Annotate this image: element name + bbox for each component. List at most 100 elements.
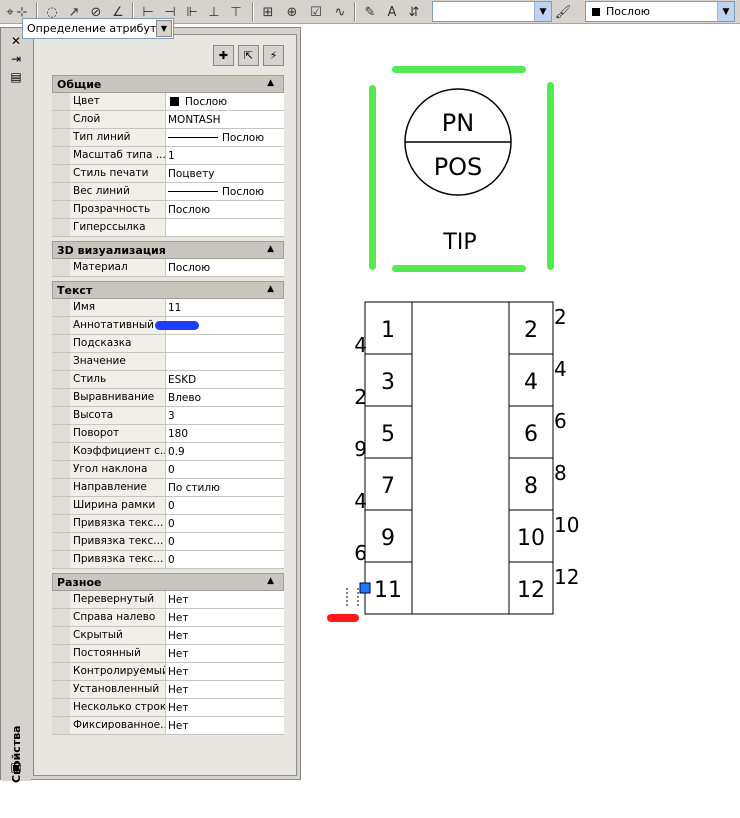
property-label: Постоянный (52, 645, 166, 662)
section-header[interactable]: Общие ▲ (52, 75, 284, 93)
property-value[interactable]: Нет (168, 702, 188, 714)
property-row[interactable]: Цвет Послою (52, 93, 284, 111)
dim-break-icon[interactable]: ⊤ (226, 2, 246, 22)
property-value[interactable]: Послою (168, 96, 227, 108)
chevron-down-icon[interactable]: ▼ (717, 2, 734, 21)
property-value[interactable]: Влево (168, 392, 201, 404)
property-value[interactable]: 0 (168, 518, 175, 530)
property-row[interactable]: Стиль печати Поцвету (52, 165, 284, 183)
property-value[interactable]: Нет (168, 684, 188, 696)
property-value[interactable]: 0 (168, 554, 175, 566)
property-value[interactable]: Послою (168, 262, 210, 274)
property-value[interactable]: 0 (168, 536, 175, 548)
property-row[interactable]: Стиль ESKD (52, 371, 284, 389)
property-row[interactable]: Высота 3 (52, 407, 284, 425)
chevron-down-icon[interactable]: ▼ (156, 20, 172, 37)
tolerance-icon[interactable]: ⊞ (258, 2, 278, 22)
collapse-icon[interactable]: ▲ (267, 576, 274, 586)
palette-menu-icon[interactable]: ▣ (8, 760, 24, 774)
section-header[interactable]: Текст ▲ (52, 281, 284, 299)
dim-space-icon[interactable]: ⊥ (204, 2, 224, 22)
property-value[interactable]: Нет (168, 630, 188, 642)
property-value[interactable]: 11 (168, 302, 181, 314)
section-header[interactable]: Разное ▲ (52, 573, 284, 591)
outside-pin-label-left: 4 (354, 333, 367, 357)
pencil-icon[interactable]: ✎ (360, 2, 380, 22)
property-value[interactable]: Нет (168, 666, 188, 678)
property-row[interactable]: Материал Послою (52, 259, 284, 277)
property-value[interactable]: 1 (168, 150, 175, 162)
center-mark-icon[interactable]: ⊕ (282, 2, 302, 22)
select-objects-icon[interactable]: ⇱ (238, 45, 259, 66)
property-value[interactable]: 3 (168, 410, 175, 422)
drawing-canvas[interactable]: PN POS TIP 1357911246810122468101242946 (301, 24, 740, 818)
property-row[interactable]: Имя 11 (52, 299, 284, 317)
section-title: Общие (57, 78, 102, 91)
property-row[interactable]: Фиксированное... Нет (52, 717, 284, 735)
property-row[interactable]: Слой MONTASH (52, 111, 284, 129)
property-row[interactable]: Подсказка (52, 335, 284, 353)
property-row[interactable]: Ширина рамки 0 (52, 497, 284, 515)
toggle-pickadd-icon[interactable]: ✚ (213, 45, 234, 66)
quick-select-icon[interactable]: ⚡ (263, 45, 284, 66)
property-value[interactable]: ESKD (168, 374, 196, 386)
attribute-grip[interactable] (359, 582, 371, 594)
collapse-icon[interactable]: ▲ (267, 78, 274, 88)
property-row[interactable]: Скрытый Нет (52, 627, 284, 645)
property-label: Выравнивание (52, 389, 166, 406)
pin-number-right: 2 (524, 318, 538, 343)
property-row[interactable]: Привязка текс... 0 (52, 533, 284, 551)
property-row[interactable]: Направление По стилю (52, 479, 284, 497)
text-edit-icon[interactable]: A (382, 2, 402, 22)
property-row[interactable]: Постоянный Нет (52, 645, 284, 663)
property-row[interactable]: Привязка текс... 0 (52, 551, 284, 569)
property-value[interactable]: 180 (168, 428, 188, 440)
jogged-icon[interactable]: ∿ (330, 2, 350, 22)
property-row[interactable]: Привязка текс... 0 (52, 515, 284, 533)
property-label: Высота (52, 407, 166, 424)
property-row[interactable]: Прозрачность Послою (52, 201, 284, 219)
property-row[interactable]: Контролируемый Нет (52, 663, 284, 681)
property-row[interactable]: Коэффициент с... 0.9 (52, 443, 284, 461)
property-row[interactable]: Перевернутый Нет (52, 591, 284, 609)
property-value[interactable]: Поцвету (168, 168, 214, 180)
property-value[interactable]: 0 (168, 500, 175, 512)
continue-icon[interactable]: ⊩ (182, 2, 202, 22)
property-row[interactable]: Гиперссылка (52, 219, 284, 237)
property-value[interactable]: Послою (168, 204, 210, 216)
object-type-select[interactable]: Определение атрибута ▼ (22, 18, 174, 39)
chevron-down-icon[interactable]: ▼ (534, 2, 551, 21)
property-value[interactable]: Нет (168, 612, 188, 624)
layer-color-combo[interactable]: Послою ▼ (585, 1, 735, 22)
property-row[interactable]: Справа налево Нет (52, 609, 284, 627)
auto-hide-icon[interactable]: ⇥ (8, 52, 24, 66)
palette-properties-icon[interactable]: ▤ (8, 70, 24, 84)
property-value[interactable]: Послою (168, 186, 264, 198)
property-row[interactable]: Угол наклона 0 (52, 461, 284, 479)
outside-pin-label: 6 (554, 409, 567, 433)
inspect-icon[interactable]: ☑ (306, 2, 326, 22)
property-value[interactable]: Послою (168, 132, 264, 144)
property-row[interactable]: Значение (52, 353, 284, 371)
property-row[interactable]: Поворот 180 (52, 425, 284, 443)
collapse-icon[interactable]: ▲ (267, 284, 274, 294)
property-value[interactable]: Нет (168, 594, 188, 606)
property-value[interactable]: 0 (168, 464, 175, 476)
symbol-top-text: PN (442, 109, 474, 137)
property-row[interactable]: Выравнивание Влево (52, 389, 284, 407)
text-style-combo[interactable]: ▼ (432, 1, 552, 22)
attribute-icon[interactable]: ⇵ (404, 2, 424, 22)
property-value[interactable]: Нет (168, 648, 188, 660)
section-header[interactable]: 3D визуализация ▲ (52, 241, 284, 259)
property-value[interactable]: MONTASH (168, 114, 221, 126)
collapse-icon[interactable]: ▲ (267, 244, 274, 254)
property-value[interactable]: 0.9 (168, 446, 185, 458)
property-row[interactable]: Тип линий Послою (52, 129, 284, 147)
match-properties-icon[interactable]: 🖌 (553, 2, 573, 22)
property-value[interactable]: По стилю (168, 482, 220, 494)
property-value[interactable]: Нет (168, 720, 188, 732)
property-row[interactable]: Вес линий Послою (52, 183, 284, 201)
property-row[interactable]: Установленный Нет (52, 681, 284, 699)
property-row[interactable]: Масштаб типа ... 1 (52, 147, 284, 165)
property-row[interactable]: Несколько строк Нет (52, 699, 284, 717)
